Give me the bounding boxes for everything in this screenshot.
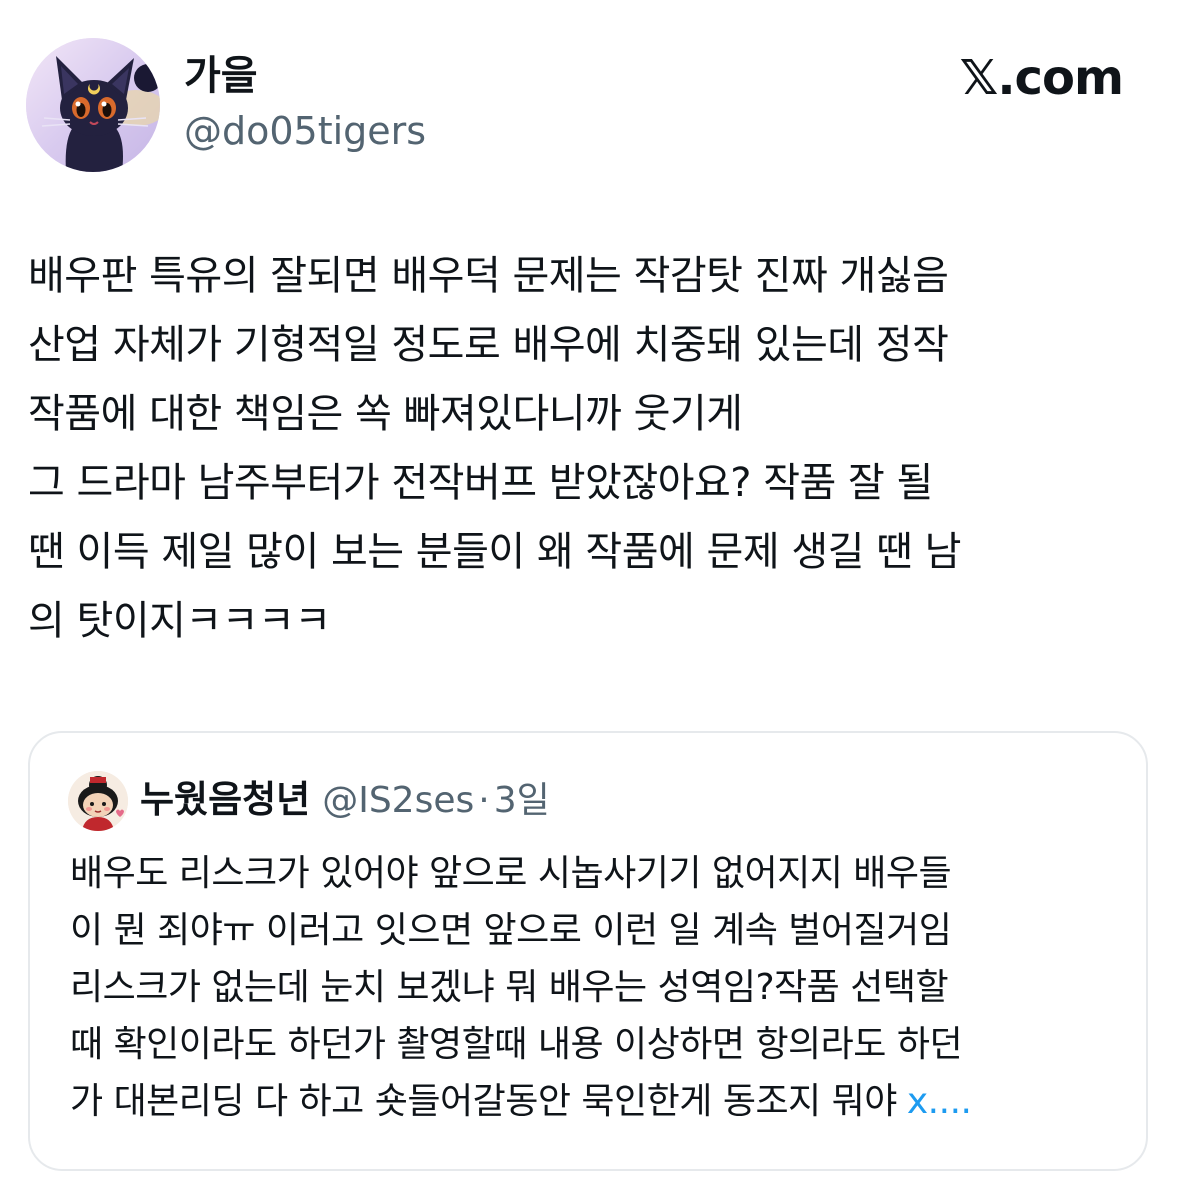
quote-author-avatar[interactable] bbox=[68, 771, 128, 831]
tweet-line: 배우판 특유의 잘되면 배우덕 문제는 작감탓 진짜 개싫음 bbox=[28, 253, 949, 299]
author-display-name[interactable]: 가을 bbox=[184, 50, 258, 102]
show-more-link[interactable]: x.... bbox=[907, 1081, 972, 1122]
author-handle[interactable]: @do05tigers bbox=[184, 106, 426, 156]
tweet-text: 배우판 특유의 잘되면 배우덕 문제는 작감탓 진짜 개싫음 산업 자체가 기형… bbox=[28, 242, 1138, 656]
quote-text: 배우도 리스크가 있어야 앞으로 시놉사기기 없어지지 배우들 이 뭔 죄야ㅠ … bbox=[70, 845, 1130, 1130]
tweet-line: 산업 자체가 기형적일 정도로 배우에 치중돼 있는데 정작 bbox=[28, 322, 949, 368]
quote-line-last: 가 대본리딩 다 하고 숏들어갈동안 묵인한게 동조지 뭐야 x.... bbox=[70, 1073, 1130, 1130]
black-cat-avatar-icon bbox=[26, 38, 160, 172]
quote-separator: · bbox=[478, 780, 490, 821]
tweet-line: 그 드라마 남주부터가 전작버프 받았잖아요? 작품 잘 될 bbox=[28, 460, 933, 506]
x-brand-logo: 𝕏.com bbox=[959, 50, 1124, 106]
quote-author-name[interactable]: 누웠음청년 bbox=[140, 778, 310, 821]
quote-timestamp[interactable]: 3일 bbox=[494, 780, 550, 821]
author-avatar[interactable] bbox=[26, 38, 160, 172]
quote-line-text: 가 대본리딩 다 하고 숏들어갈동안 묵인한게 동조지 뭐야 bbox=[70, 1081, 897, 1122]
quote-line: 이 뭔 죄야ㅠ 이러고 잇으면 앞으로 이런 일 계속 벌어질거임 bbox=[70, 910, 952, 951]
quoted-tweet-card[interactable]: 누웠음청년 @IS2ses · 3일 배우도 리스크가 있어야 앞으로 시놉사기기 없… bbox=[28, 731, 1148, 1171]
cartoon-girl-avatar-icon bbox=[68, 771, 128, 831]
tweet-line: 의 탓이지ㅋㅋㅋㅋ bbox=[28, 598, 331, 644]
quote-author-handle[interactable]: @IS2ses bbox=[322, 780, 474, 821]
quote-line: 리스크가 없는데 눈치 보겠냐 뭐 배우는 성역임?작품 선택할 bbox=[70, 967, 949, 1008]
quote-line: 때 확인이라도 하던가 촬영할때 내용 이상하면 항의라도 하던 bbox=[70, 1024, 963, 1065]
quote-header: 누웠음청년 @IS2ses · 3일 bbox=[140, 773, 550, 827]
tweet-line: 땐 이득 제일 많이 보는 분들이 왜 작품에 문제 생길 땐 남 bbox=[28, 529, 961, 575]
quote-line: 배우도 리스크가 있어야 앞으로 시놉사기기 없어지지 배우들 bbox=[70, 853, 952, 894]
tweet-line: 작품에 대한 책임은 쏙 빠져있다니까 웃기게 bbox=[28, 391, 743, 437]
